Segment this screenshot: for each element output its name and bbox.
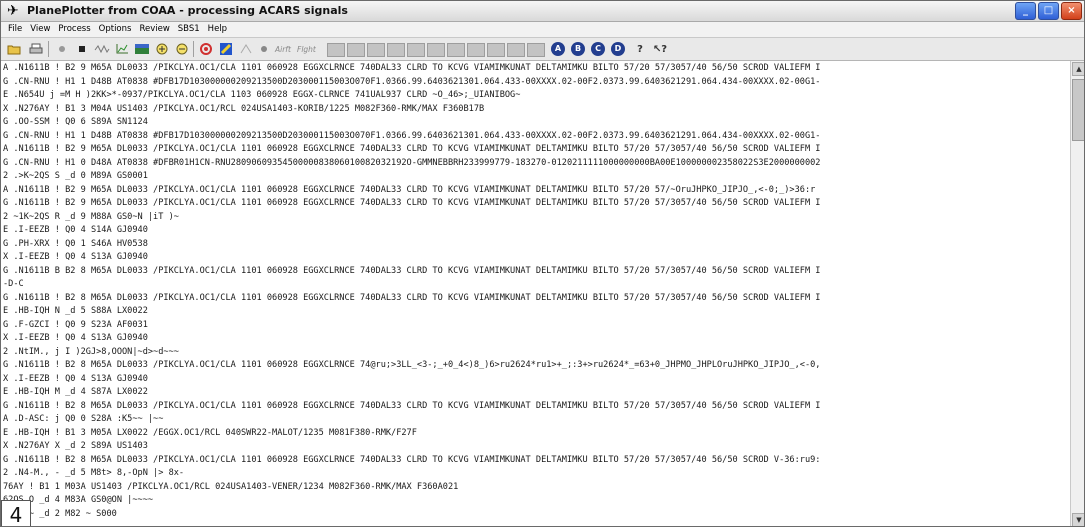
- log-line: A .N1611B ! B2 9 M65A DL0033 /PIKCLYA.OC…: [3, 63, 821, 73]
- circle-a-button[interactable]: A: [551, 42, 565, 56]
- log-line: X .I-EEZB ! Q0 4 S13A GJ0940: [3, 373, 148, 384]
- log-line: G .OO-SSM ! Q0 6 S89A SN1124: [3, 117, 148, 127]
- menu-bar: File View Process Options Review SBS1 He…: [1, 22, 1084, 38]
- toolbar-separator: [48, 41, 49, 57]
- log-line: A .N1611B ! B2 9 M65A DL0033 /PIKCLYA.OC…: [3, 184, 816, 195]
- menu-options[interactable]: Options: [95, 22, 136, 37]
- scrollbar-thumb[interactable]: [1072, 79, 1084, 141]
- grey-tool-button[interactable]: [487, 43, 505, 57]
- grey-tool-button[interactable]: [367, 43, 385, 57]
- map-icon[interactable]: [133, 40, 151, 58]
- log-line: G .F-GZCI ! Q0 9 S23A AF0031: [3, 319, 148, 330]
- close-button[interactable]: ×: [1061, 2, 1082, 20]
- maximize-button[interactable]: □: [1038, 2, 1059, 20]
- log-line: G .CN-RNU ! H1 1 D48B AT0838 #DFB17D1030…: [3, 130, 821, 141]
- question-icon[interactable]: ?: [631, 40, 649, 58]
- pointer-help-icon[interactable]: ↖?: [651, 40, 669, 58]
- log-line: G .PH-XRX ! Q0 1 S46A HV0538: [3, 238, 148, 249]
- vertical-scrollbar[interactable]: ▲ ▼: [1070, 61, 1084, 526]
- square-icon[interactable]: [73, 40, 91, 58]
- toolbar: Airft Flght A B C D ? ↖?: [1, 38, 1084, 61]
- menu-view[interactable]: View: [26, 22, 54, 37]
- grey-tool-button[interactable]: [527, 43, 545, 57]
- toolbar-separator: [193, 41, 194, 57]
- window-controls: _ □ ×: [1015, 2, 1082, 20]
- log-line: A .N1611B ! B2 9 M65A DL0033 /PIKCLYA.OC…: [3, 144, 821, 154]
- log-line: G .N1611B ! B2 8 M65A DL0033 /PIKCLYA.OC…: [3, 292, 821, 303]
- log-line: G .N1611B ! B2 9 M65A DL0033 /PIKCLYA.OC…: [3, 198, 821, 208]
- circle-c-button[interactable]: C: [591, 42, 605, 56]
- grey-tool-button[interactable]: [507, 43, 525, 57]
- log-line: -D-C: [3, 279, 24, 289]
- log-line: 2 ~1K~2QS R _d 9 M88A GS0~N |iT )~: [3, 211, 179, 222]
- menu-file[interactable]: File: [4, 22, 26, 37]
- log-line: 2 .N4-M., - _d 5 M8t> 8,-OpN |> 8x-: [3, 468, 185, 478]
- aircraft-filter-label[interactable]: Airft: [275, 40, 291, 58]
- menu-process[interactable]: Process: [54, 22, 94, 37]
- log-line: 2 .NtIM., j I )2GJ>8,OOON|~d>~d~~~: [3, 346, 179, 357]
- log-line: G .N1611B ! B2 8 M65A DL0033 /PIKCLYA.OC…: [3, 454, 821, 465]
- log-line: E .HB-IQH M _d 4 S87A LX0022: [3, 387, 148, 397]
- flight-filter-label[interactable]: Flght: [297, 40, 316, 58]
- grey-tool-button[interactable]: [327, 43, 345, 57]
- figure-number-label: 4: [1, 500, 31, 526]
- open-folder-icon[interactable]: [5, 40, 23, 58]
- scroll-down-arrow-icon[interactable]: ▼: [1072, 513, 1084, 526]
- zoom-out-icon[interactable]: [173, 40, 191, 58]
- grey-tool-button[interactable]: [427, 43, 445, 57]
- minimize-button[interactable]: _: [1015, 2, 1036, 20]
- title-bar[interactable]: ✈ PlanePlotter from COAA - processing AC…: [1, 1, 1084, 22]
- print-icon[interactable]: [27, 40, 45, 58]
- circle-d-button[interactable]: D: [611, 42, 625, 56]
- log-line: G .CN-RNU ! H1 0 D48A AT0838 #DFBR01H1CN…: [3, 157, 821, 168]
- log-line: X .N276AY ! B1 3 M04A US1403 /PIKCLYA.OC…: [3, 103, 485, 114]
- menu-help[interactable]: Help: [204, 22, 231, 37]
- log-line: E .N654U j =M H )2KK>*-0937/PIKCLYA.OC1/…: [3, 90, 521, 100]
- zoom-in-icon[interactable]: [153, 40, 171, 58]
- grey-tool-button[interactable]: [447, 43, 465, 57]
- grey-tool-button[interactable]: [467, 43, 485, 57]
- app-window: ✈ PlanePlotter from COAA - processing AC…: [0, 0, 1085, 527]
- log-line: E .HB-IQH ! B1 3 M05A LX0022 /EGGX.OC1/R…: [3, 427, 417, 438]
- log-line: E .I-EEZB ! Q0 4 S14A GJ0940: [3, 225, 148, 235]
- colour-pen-icon[interactable]: [217, 40, 235, 58]
- scroll-up-arrow-icon[interactable]: ▲: [1072, 62, 1084, 76]
- airplane-icon: ✈: [7, 3, 19, 19]
- log-line: X .I-EEZB ! Q0 4 S13A GJ0940: [3, 333, 148, 343]
- log-line: G .N1611B ! B2 8 M65A DL0033 /PIKCLYA.OC…: [3, 360, 821, 370]
- log-line: G .CN-RNU ! H1 1 D48B AT0838 #DFB17D1030…: [3, 76, 821, 87]
- grey-tool-button[interactable]: [387, 43, 405, 57]
- graph-icon[interactable]: [113, 40, 131, 58]
- log-line: A .D-ASC: j Q0 0 S28A :K5~~ |~~: [3, 414, 164, 424]
- log-line: 76AY ! B1 1 M03A US1403 /PIKCLYA.OC1/RCL…: [3, 481, 459, 492]
- log-line: G .N1611B ! B2 8 M65A DL0033 /PIKCLYA.OC…: [3, 400, 821, 411]
- disabled-tool-icon[interactable]: [237, 40, 255, 58]
- target-icon[interactable]: [197, 40, 215, 58]
- window-title: PlanePlotter from COAA - processing ACAR…: [27, 4, 348, 17]
- wave-icon[interactable]: [93, 40, 111, 58]
- grey-tool-button[interactable]: [347, 43, 365, 57]
- menu-sbs1[interactable]: SBS1: [174, 22, 204, 37]
- log-line: X .N276AY X _d 2 S89A US1403: [3, 441, 148, 451]
- acars-log-console[interactable]: A .N1611B ! B2 9 M65A DL0033 /PIKCLYA.OC…: [1, 61, 1070, 526]
- menu-review[interactable]: Review: [135, 22, 173, 37]
- circle-b-button[interactable]: B: [571, 42, 585, 56]
- log-line: G .N1611B B B2 8 M65A DL0033 /PIKCLYA.OC…: [3, 265, 821, 276]
- grey-tool-button[interactable]: [407, 43, 425, 57]
- log-line: X .I-EEZB ! Q0 4 S13A GJ0940: [3, 252, 148, 262]
- log-line: E .HB-IQH N _d 5 S88A LX0022: [3, 306, 148, 316]
- record-dot-icon[interactable]: [255, 40, 273, 58]
- log-line: 2 .>K~2QS S _d 0 M89A GS0001: [3, 171, 148, 181]
- dot-icon[interactable]: [53, 40, 71, 58]
